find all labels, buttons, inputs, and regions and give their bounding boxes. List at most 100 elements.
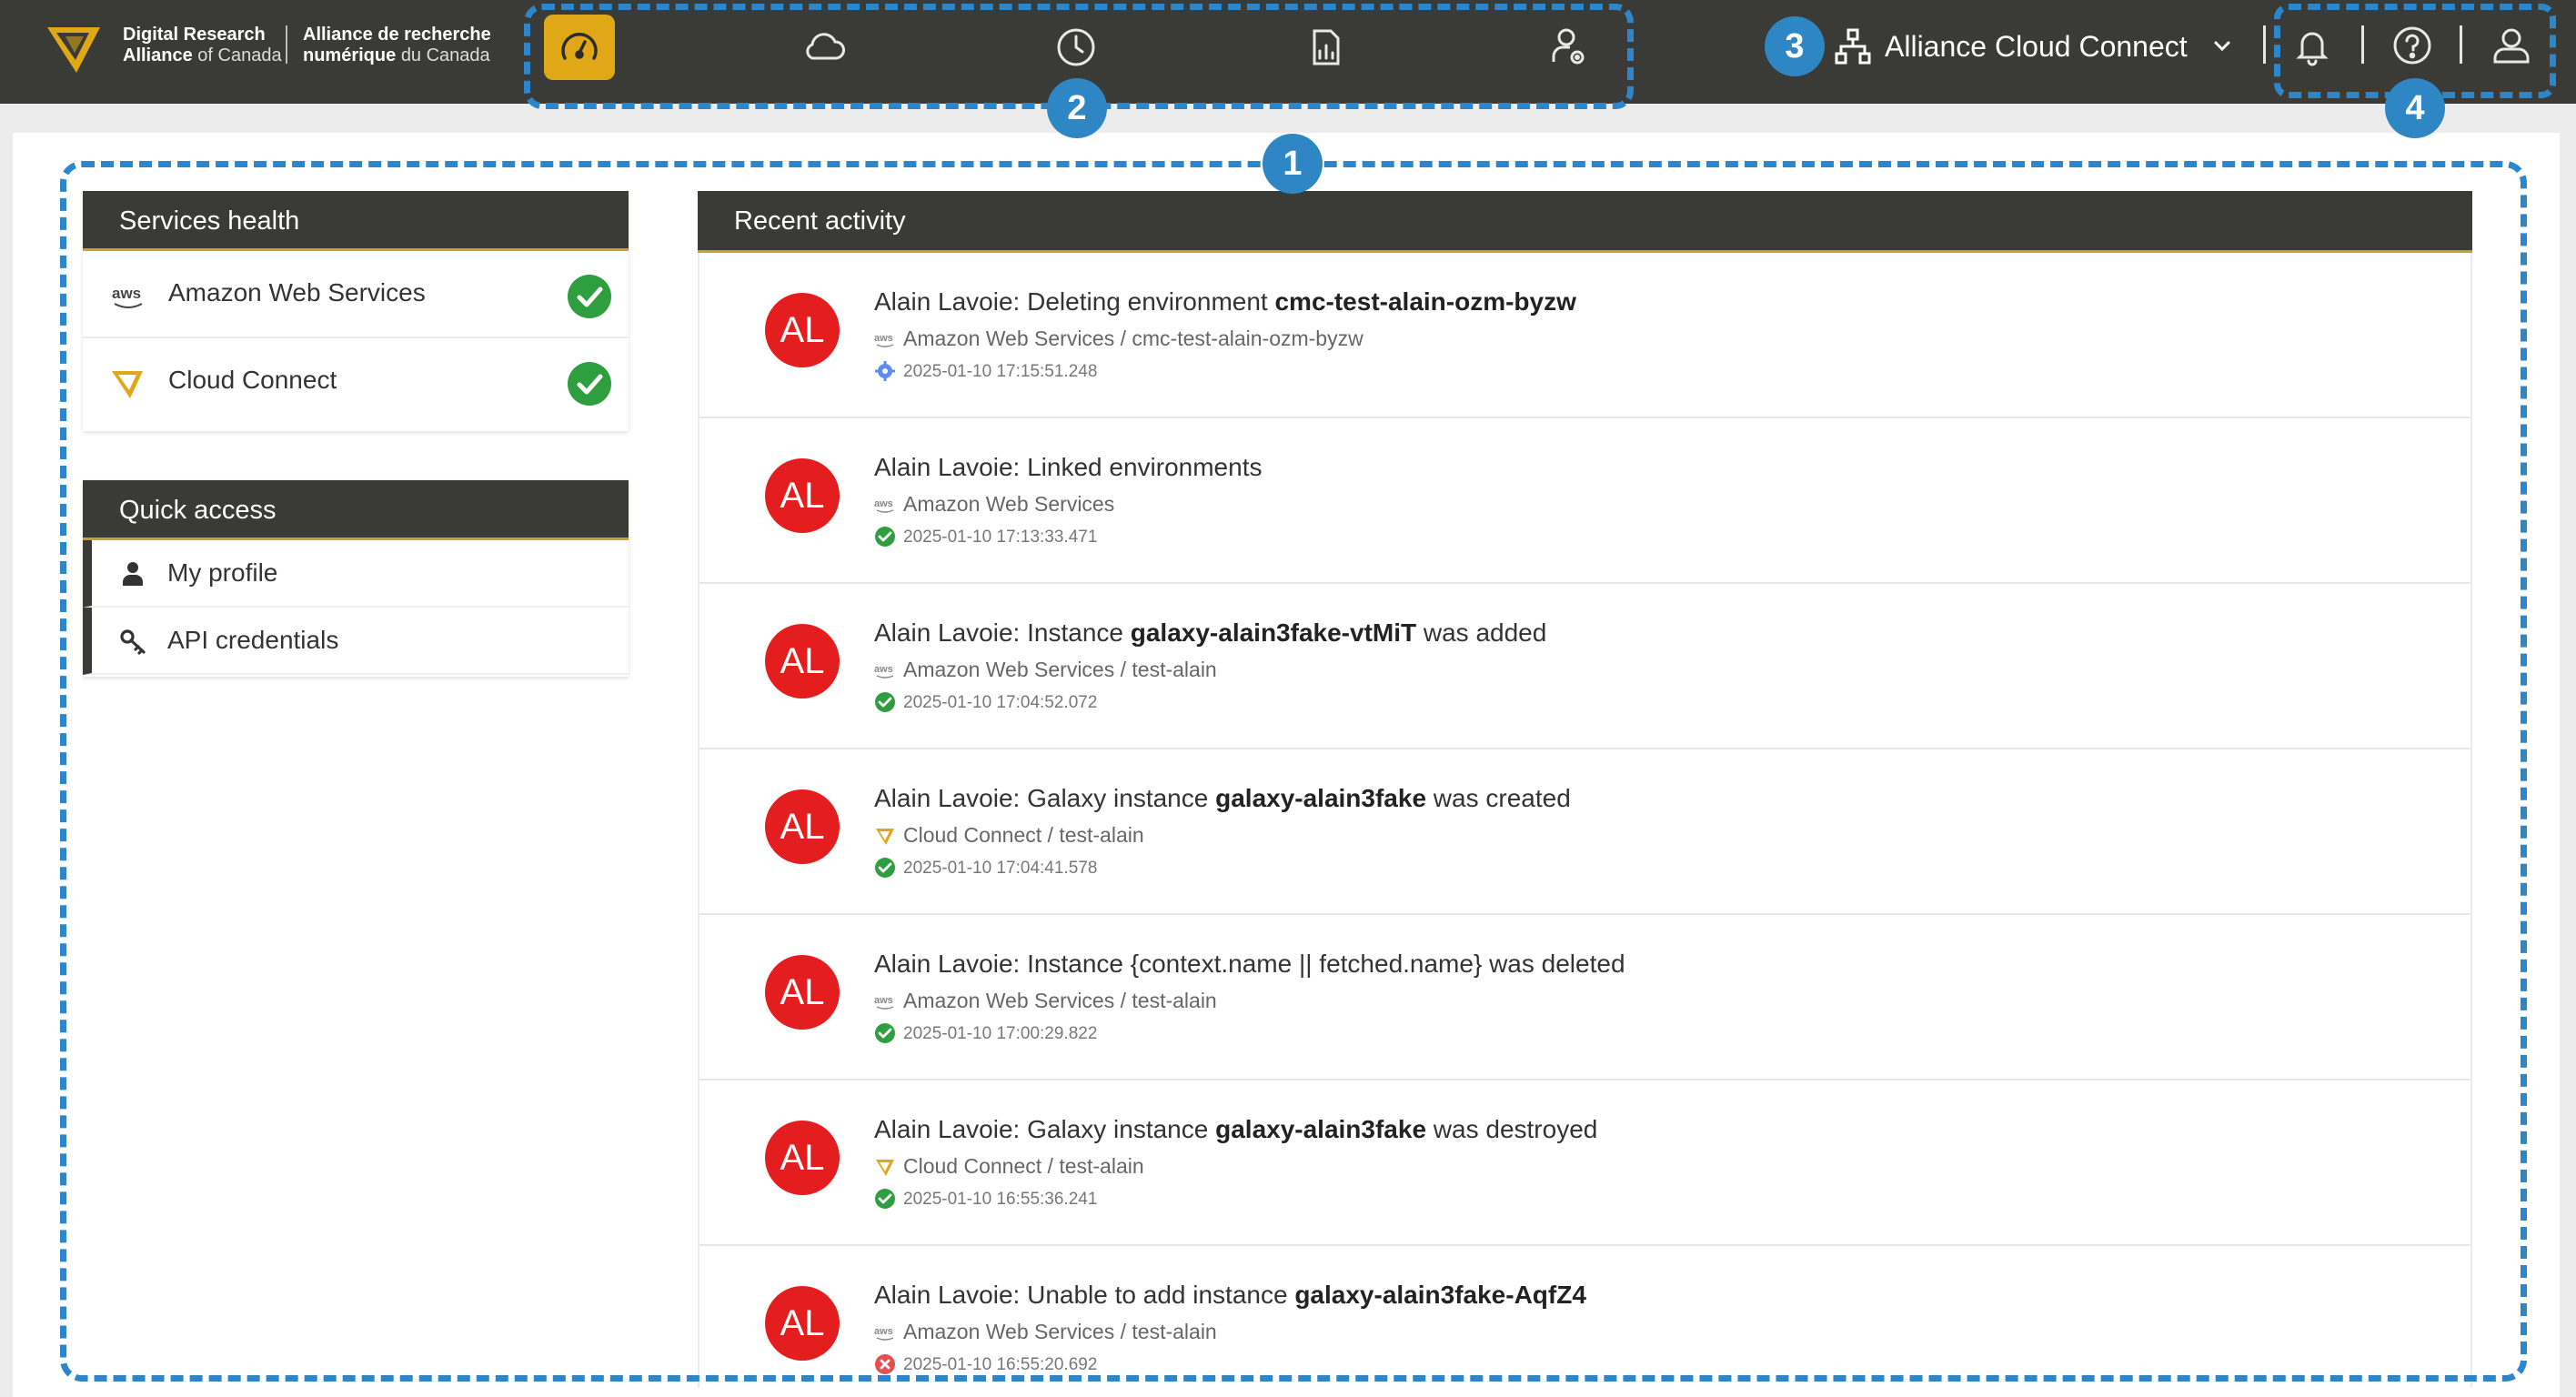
activity-title-suffix: was created — [1426, 784, 1571, 812]
nav-cloud-button[interactable] — [788, 15, 859, 80]
svg-text:aws: aws — [874, 498, 893, 509]
activity-time: 2025-01-10 17:15:51.248 — [874, 360, 1097, 383]
avatar: AL — [765, 293, 840, 367]
activity-service: Cloud Connect / test-alain — [874, 822, 1144, 848]
activity-title-strong: galaxy-alain3fake — [1215, 1115, 1427, 1143]
quick-access-my-profile[interactable]: My profile — [83, 540, 629, 608]
brand-fr-line2-thin: du Canada — [400, 45, 490, 65]
check-circle-icon — [568, 275, 611, 318]
activity-service-text: Amazon Web Services / test-alain — [903, 658, 1217, 681]
recent-activity-title: Recent activity — [698, 191, 2472, 253]
activity-time: 2025-01-10 16:55:20.692 — [874, 1353, 1097, 1376]
activity-item[interactable]: AL Alain Lavoie: Instance galaxy-alain3f… — [699, 584, 2470, 749]
recent-activity-list: AL Alain Lavoie: Deleting environment cm… — [698, 253, 2472, 1388]
activity-item[interactable]: AL Alain Lavoie: Deleting environment cm… — [699, 253, 2470, 418]
avatar: AL — [765, 955, 840, 1030]
activity-item[interactable]: AL Alain Lavoie: Galaxy instance galaxy-… — [699, 749, 2470, 915]
health-row-cloud-connect[interactable]: Cloud Connect — [83, 338, 629, 426]
aws-icon: aws — [874, 664, 894, 678]
activity-item[interactable]: AL Alain Lavoie: Instance {context.name … — [699, 915, 2470, 1080]
activity-time-text: 2025-01-10 17:00:29.822 — [903, 1024, 1098, 1043]
activity-service: aws Amazon Web Services / test-alain — [874, 988, 1217, 1013]
activity-time-text: 2025-01-10 17:13:33.471 — [903, 528, 1098, 547]
activity-title-strong: galaxy-alain3fake-vtMiT — [1130, 618, 1417, 647]
quick-access-label: My profile — [167, 558, 278, 587]
person-icon — [123, 562, 143, 586]
activity-service-text: Cloud Connect / test-alain — [903, 1154, 1144, 1178]
clock-icon — [1057, 28, 1095, 66]
activity-title: Alain Lavoie: Instance {context.name || … — [874, 948, 1625, 980]
activity-time: 2025-01-10 16:55:36.241 — [874, 1188, 1097, 1211]
check-circle-icon — [875, 1189, 895, 1209]
brand-fr-line1: Alliance de recherche — [303, 25, 491, 45]
activity-title-strong: galaxy-alain3fake-AqfZ4 — [1294, 1281, 1586, 1309]
quick-access-label: API credentials — [167, 626, 339, 654]
brand-fr-line2-bold: numérique — [303, 45, 397, 65]
check-circle-icon — [875, 858, 895, 878]
brand-en-line1: Digital Research — [123, 25, 266, 45]
activity-item[interactable]: AL Alain Lavoie: Unable to add instance … — [699, 1246, 2470, 1388]
activity-title-strong: cmc-test-alain-ozm-byzw — [1274, 287, 1576, 316]
org-selector[interactable]: Alliance Cloud Connect — [1885, 27, 2188, 65]
org-tree-icon — [1835, 28, 1871, 65]
activity-service: Cloud Connect / test-alain — [874, 1153, 1144, 1179]
activity-service-text: Amazon Web Services / cmc-test-alain-ozm… — [903, 327, 1363, 350]
check-circle-icon — [875, 527, 895, 547]
gear-icon — [875, 361, 895, 381]
services-health-card: Services health aws Amazon Web Services … — [83, 191, 629, 431]
activity-title-text: Alain Lavoie: Linked environments — [874, 453, 1263, 481]
top-navigation-bar: Digital Research Alliance of Canada Alli… — [0, 0, 2576, 104]
brand-english: Digital Research Alliance of Canada — [123, 25, 282, 66]
brand-french: Alliance de recherche numérique du Canad… — [303, 25, 491, 66]
user-icon[interactable] — [2488, 22, 2535, 69]
avatar: AL — [765, 789, 840, 864]
activity-title: Alain Lavoie: Instance galaxy-alain3fake… — [874, 617, 1546, 649]
header-divider — [2460, 25, 2462, 64]
cloud-connect-logo-icon — [112, 371, 143, 398]
quick-access-card: Quick access My profile API credentials — [83, 480, 629, 677]
cloud-connect-logo-icon — [876, 829, 894, 845]
health-label: Cloud Connect — [168, 366, 337, 394]
chevron-down-icon[interactable] — [2210, 35, 2234, 58]
activity-title-text: Alain Lavoie: Instance {context.name || … — [874, 950, 1625, 978]
activity-service-text: Cloud Connect / test-alain — [903, 823, 1144, 847]
nav-reports-button[interactable] — [1290, 15, 1361, 80]
annotation-badge-4: 4 — [2385, 78, 2445, 138]
nav-admin-button[interactable] — [1534, 15, 1605, 80]
activity-time-text: 2025-01-10 17:15:51.248 — [903, 362, 1098, 381]
activity-time: 2025-01-10 17:04:41.578 — [874, 857, 1097, 879]
nav-history-button[interactable] — [1041, 15, 1112, 80]
quick-access-api-credentials[interactable]: API credentials — [83, 608, 629, 675]
activity-title: Alain Lavoie: Linked environments — [874, 451, 1262, 484]
bell-icon[interactable] — [2289, 22, 2336, 69]
annotation-badge-2: 2 — [1047, 78, 1107, 138]
alliance-logo-icon[interactable] — [45, 20, 104, 78]
error-circle-icon — [875, 1354, 895, 1374]
activity-title-text: Alain Lavoie: Galaxy instance — [874, 784, 1216, 812]
activity-service: aws Amazon Web Services / test-alain — [874, 1319, 1217, 1344]
activity-item[interactable]: AL Alain Lavoie: Linked environments aws… — [699, 418, 2470, 584]
check-circle-icon — [875, 692, 895, 712]
activity-item[interactable]: AL Alain Lavoie: Galaxy instance galaxy-… — [699, 1080, 2470, 1246]
brand-en-line2-thin: of Canada — [197, 45, 282, 65]
help-icon[interactable] — [2389, 22, 2436, 69]
activity-title-text: Alain Lavoie: Unable to add instance — [874, 1281, 1295, 1309]
activity-title-suffix: was destroyed — [1426, 1115, 1598, 1143]
gauge-icon — [561, 33, 598, 60]
svg-text:aws: aws — [112, 285, 141, 302]
user-settings-icon — [1552, 28, 1585, 65]
activity-service: aws Amazon Web Services — [874, 491, 1114, 517]
activity-time: 2025-01-10 17:04:52.072 — [874, 691, 1097, 714]
check-circle-icon — [568, 362, 611, 406]
activity-title-suffix: was added — [1416, 618, 1547, 647]
avatar: AL — [765, 624, 840, 698]
avatar: AL — [765, 1286, 840, 1361]
health-row-aws[interactable]: aws Amazon Web Services — [83, 251, 629, 338]
quick-access-title: Quick access — [83, 480, 629, 540]
cloud-icon — [806, 33, 845, 60]
aws-icon: aws — [112, 285, 143, 308]
activity-title: Alain Lavoie: Galaxy instance galaxy-ala… — [874, 1113, 1597, 1146]
aws-icon: aws — [874, 995, 894, 1010]
activity-time-text: 2025-01-10 16:55:36.241 — [903, 1190, 1098, 1209]
nav-dashboard-button[interactable] — [544, 15, 615, 80]
